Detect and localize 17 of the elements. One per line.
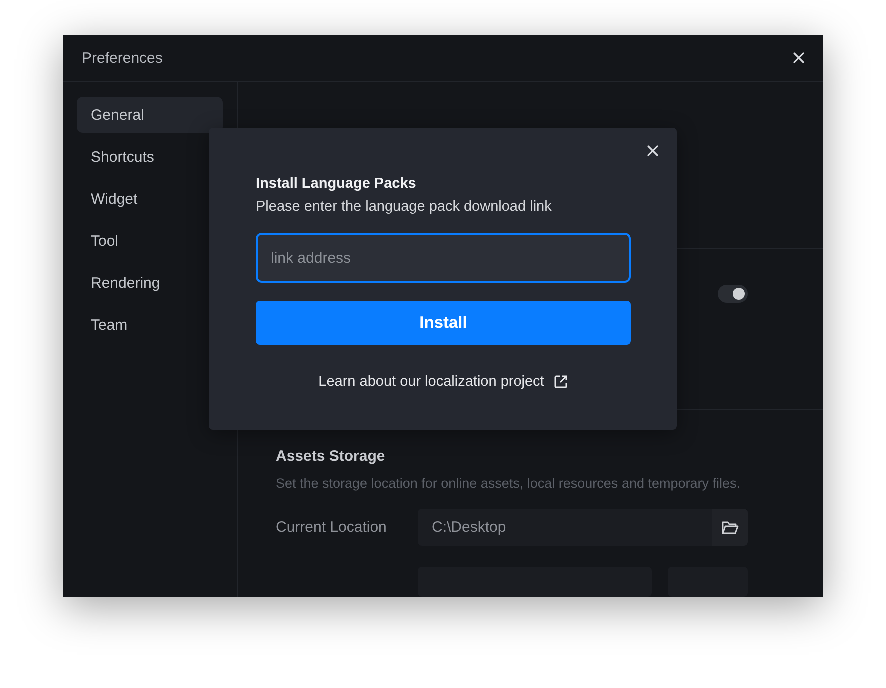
window-title: Preferences bbox=[82, 50, 163, 66]
localization-link[interactable]: Learn about our localization project bbox=[318, 374, 544, 390]
location-field[interactable]: C:\Desktop bbox=[418, 509, 748, 546]
link-address-field[interactable]: link address bbox=[256, 233, 631, 283]
browse-button[interactable] bbox=[712, 509, 748, 546]
dialog-message: Please enter the language pack download link bbox=[256, 199, 553, 215]
field-label: Current Location bbox=[276, 519, 388, 536]
folder-icon bbox=[722, 520, 738, 534]
close-icon[interactable] bbox=[793, 52, 805, 64]
install-button[interactable]: Install bbox=[256, 301, 631, 345]
dialog-title: Install Language Packs bbox=[256, 176, 418, 192]
section-description: Set the storage location for online assets, local resources and temporary files. bbox=[276, 476, 742, 491]
external-link-icon[interactable] bbox=[554, 375, 568, 389]
toggle-switch[interactable] bbox=[718, 285, 748, 304]
close-icon[interactable] bbox=[647, 145, 659, 157]
section-heading: Assets Storage bbox=[276, 448, 386, 465]
sidebar-item[interactable]: General bbox=[77, 97, 223, 133]
